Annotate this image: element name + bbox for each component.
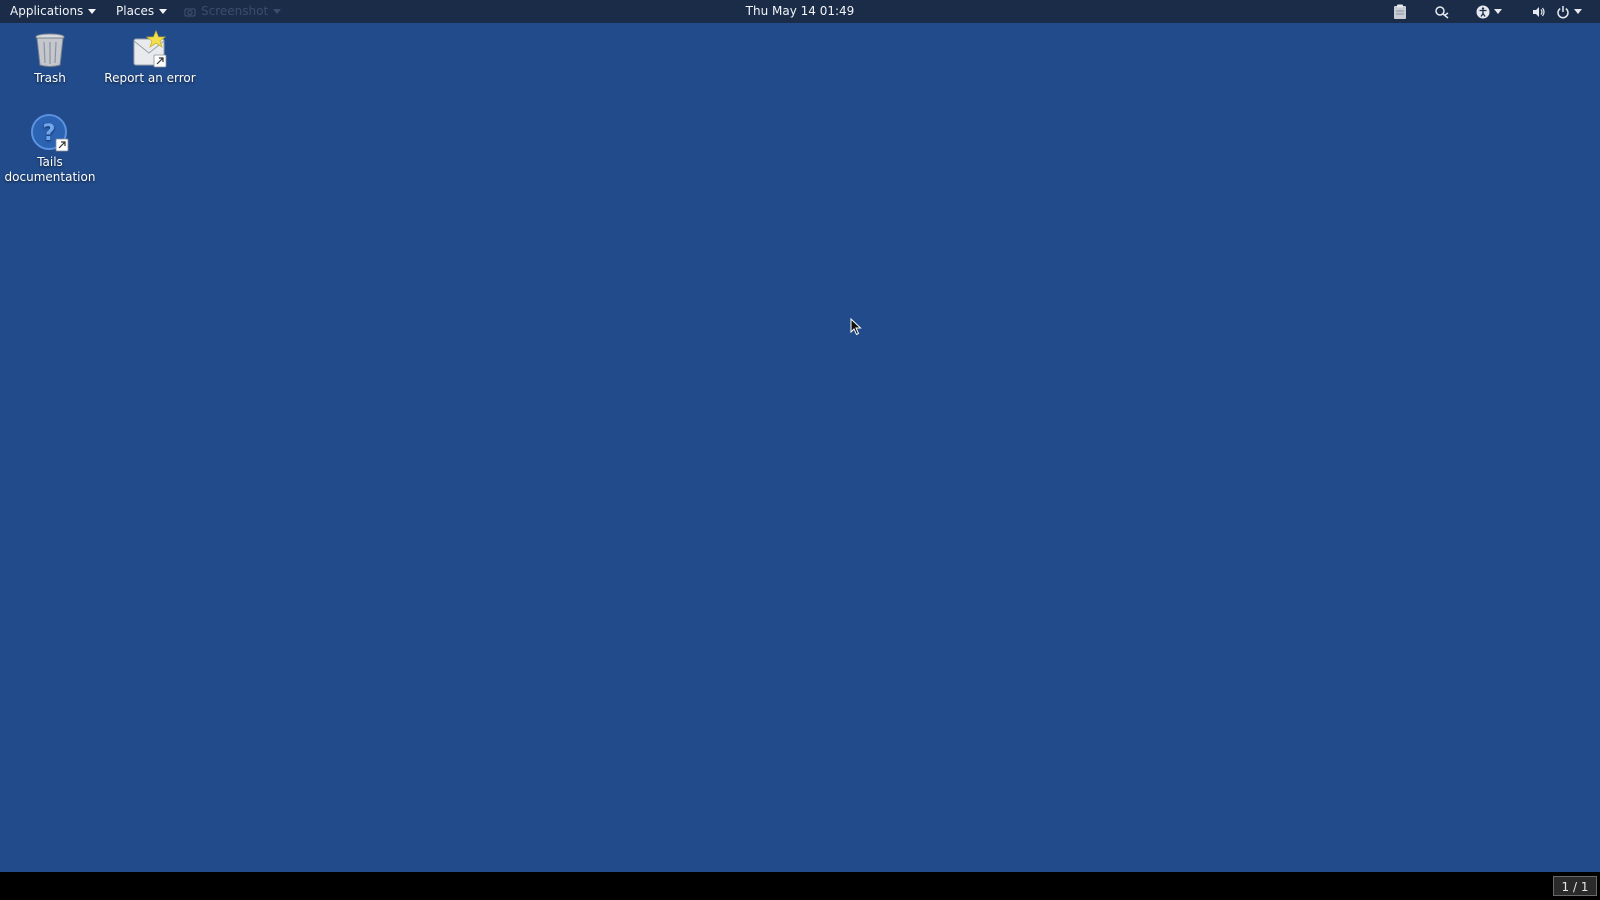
volume-icon xyxy=(1533,6,1545,17)
bottom-panel: 1 / 1 xyxy=(0,872,1600,900)
mouse-pointer-icon xyxy=(850,317,862,340)
clock[interactable]: Thu May 14 01:49 xyxy=(746,4,855,18)
accessibility-icon xyxy=(1476,5,1490,18)
workspace-label: 1 / 1 xyxy=(1561,880,1589,894)
desktop-icon-label: Tails documentation xyxy=(4,155,96,184)
svg-text:?: ? xyxy=(43,121,56,146)
network-indicator[interactable] xyxy=(1434,0,1450,23)
report-error-icon xyxy=(130,29,170,69)
applications-menu-label: Applications xyxy=(10,4,84,18)
desktop-icon-label: Report an error xyxy=(104,71,196,85)
desktop-icon-tails-documentation[interactable]: ? Tails documentation xyxy=(2,113,98,185)
accessibility-menu[interactable] xyxy=(1476,0,1502,23)
top-panel: Applications Places Screenshot Thu May 1… xyxy=(0,0,1600,23)
chevron-down-icon xyxy=(273,9,282,14)
trash-icon xyxy=(30,29,70,69)
places-menu[interactable]: Places xyxy=(116,0,168,23)
applications-menu[interactable]: Applications xyxy=(10,0,97,23)
chevron-down-icon xyxy=(159,9,168,14)
camera-icon xyxy=(184,7,196,17)
places-menu-label: Places xyxy=(116,4,155,18)
desktop-icon-trash[interactable]: Trash xyxy=(2,29,98,86)
clipboard-indicator[interactable] xyxy=(1393,0,1407,23)
power-icon xyxy=(1557,5,1569,18)
screenshot-menu-label: Screenshot xyxy=(201,4,269,18)
chevron-down-icon xyxy=(1494,9,1502,14)
network-icon xyxy=(1435,5,1449,19)
desktop-icon-label: Trash xyxy=(34,71,66,85)
system-menu[interactable] xyxy=(1532,0,1582,23)
desktop-icon-report-error[interactable]: Report an error xyxy=(102,29,198,86)
help-icon: ? xyxy=(30,113,70,153)
screenshot-menu[interactable]: Screenshot xyxy=(184,0,282,23)
chevron-down-icon xyxy=(88,9,97,14)
workspace-indicator[interactable]: 1 / 1 xyxy=(1553,876,1597,896)
clipboard-icon xyxy=(1394,4,1406,19)
chevron-down-icon xyxy=(1574,9,1582,14)
